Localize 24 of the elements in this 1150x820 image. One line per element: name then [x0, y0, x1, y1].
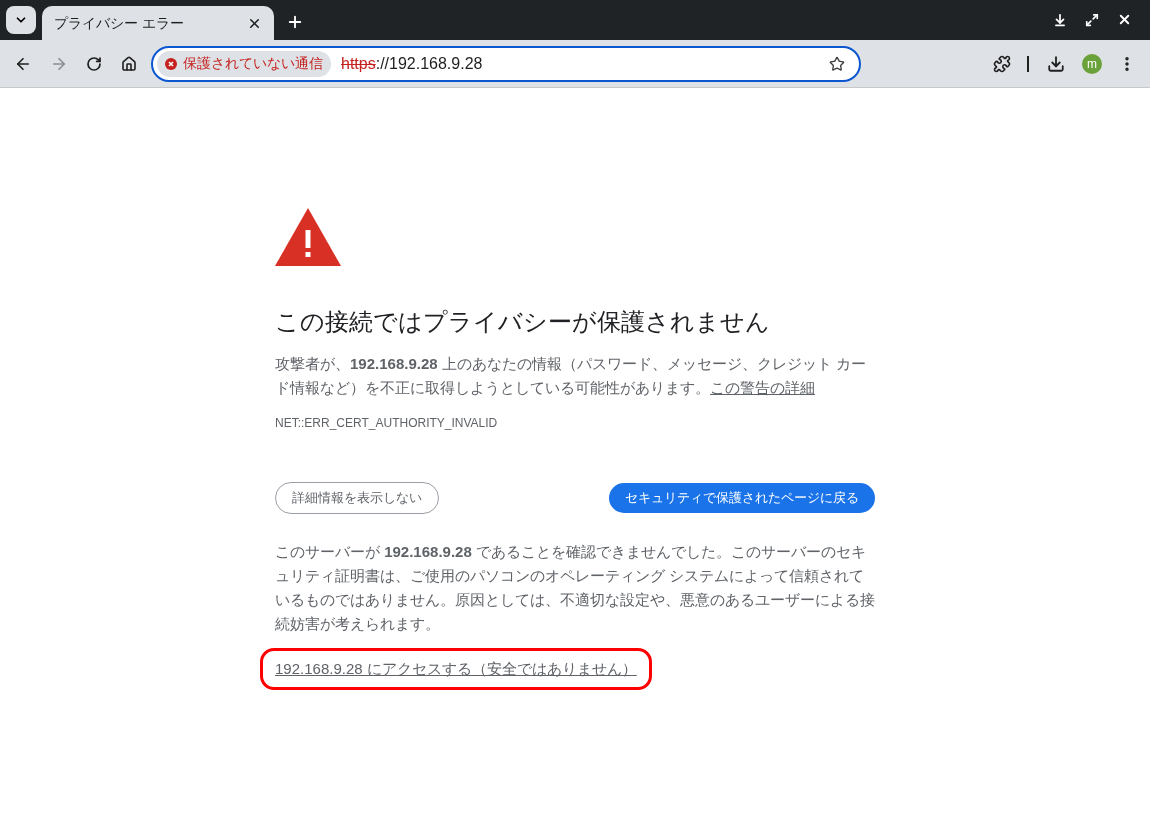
- warning-icon: [275, 208, 341, 266]
- warning-paragraph: 攻撃者が、192.168.9.28 上のあなたの情報（パスワード、メッセージ、クレジット カード情報など）を不正に取得しようとしている可能性があります。この警告の詳細: [275, 354, 867, 398]
- download-icon[interactable]: [1053, 12, 1067, 27]
- address-bar[interactable]: 保護されていない通信 https://192.168.9.28: [151, 45, 861, 82]
- reload-icon[interactable]: [86, 55, 102, 72]
- star-icon[interactable]: [829, 55, 845, 72]
- security-chip[interactable]: 保護されていない通信: [157, 50, 331, 77]
- back-to-safety-button[interactable]: セキュリティで保護されたページに戻る: [609, 483, 875, 513]
- maximize-icon[interactable]: [1085, 12, 1099, 27]
- tab-title: プライバシー エラー: [54, 13, 184, 33]
- error-code: NET::ERR_CERT_AUTHORITY_INVALID: [275, 415, 499, 432]
- details-link[interactable]: この警告の詳細: [710, 379, 815, 396]
- tab-search-button[interactable]: [6, 6, 36, 34]
- browser-tab[interactable]: プライバシー エラー: [42, 6, 274, 40]
- proceed-link[interactable]: 192.168.9.28 にアクセスする（安全ではありません）: [275, 660, 637, 677]
- home-icon[interactable]: [121, 55, 137, 72]
- page-title: この接続ではプライバシーが保護されません: [275, 307, 771, 337]
- extensions-icon[interactable]: [993, 54, 1011, 73]
- new-tab-icon[interactable]: [286, 13, 304, 31]
- close-icon[interactable]: [1117, 12, 1132, 27]
- error-icon: [165, 57, 177, 70]
- explanation-paragraph: このサーバーが 192.168.9.28 であることを確認できませんでした。このサーバーのセキュリティ証明書は、ご使用のパソコンのオペレーティング システムによって信頼されているものではありません。原因としては、不適切な設定や、悪意のあるユーザーによる接続妨害が考えられます。: [275, 542, 875, 634]
- url-text[interactable]: https://192.168.9.28: [341, 51, 483, 76]
- download-icon[interactable]: [1047, 54, 1065, 73]
